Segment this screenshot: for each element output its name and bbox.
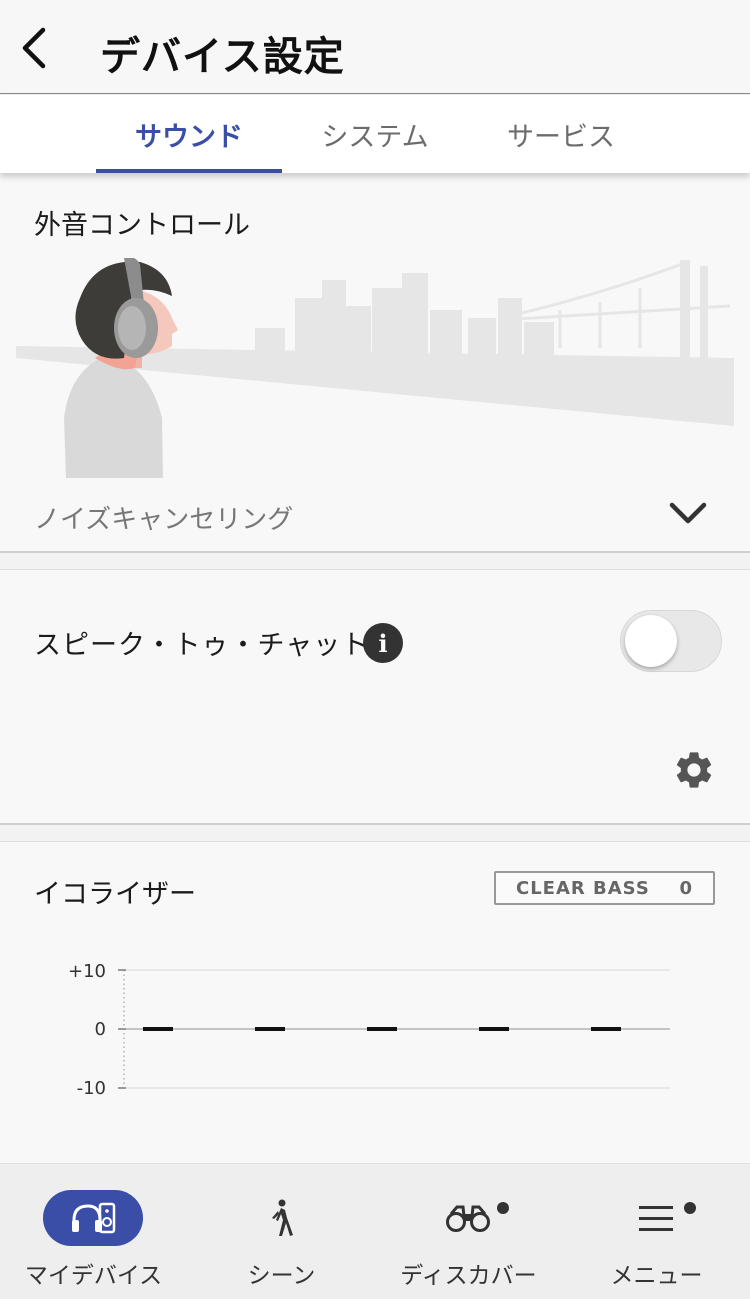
gear-icon[interactable] (672, 748, 716, 792)
headphones-speaker-icon (72, 1202, 116, 1234)
page-title: デバイス設定 (100, 34, 345, 80)
eq-band-marker[interactable] (255, 1027, 285, 1031)
tab-system[interactable]: システム (282, 95, 468, 173)
speak-to-chat-toggle[interactable] (620, 610, 722, 672)
nav-label: メニュー (610, 1263, 703, 1289)
eq-band-marker[interactable] (591, 1027, 621, 1031)
eq-axis-label-min: -10 (76, 1078, 106, 1099)
eq-band-marker[interactable] (367, 1027, 397, 1031)
nav-badge-dot (684, 1202, 696, 1214)
equalizer-graph[interactable] (114, 962, 674, 1092)
nav-label: シーン (247, 1263, 316, 1289)
nav-discover[interactable]: ディスカバー (375, 1164, 562, 1299)
toggle-knob (625, 615, 677, 667)
tab-sound[interactable]: サウンド (96, 95, 282, 173)
nav-label: マイデバイス (24, 1263, 163, 1289)
hamburger-menu-icon (639, 1206, 673, 1231)
ambient-sound-title: 外音コントロール (34, 210, 250, 241)
chevron-down-icon (669, 502, 707, 524)
chevron-left-icon (22, 27, 46, 69)
tab-service[interactable]: サービス (468, 95, 654, 173)
tab-bar: サウンド システム サービス (0, 95, 750, 173)
nav-scene[interactable]: シーン (188, 1164, 375, 1299)
info-icon[interactable]: i (363, 623, 403, 663)
ambient-sound-card: 外音コントロール ノイズキャンセリング (0, 173, 750, 553)
clear-bass-value: 0 (679, 878, 693, 899)
back-button[interactable] (14, 24, 54, 72)
equalizer-title: イコライザー (34, 879, 196, 910)
nav-my-device[interactable]: マイデバイス (0, 1164, 187, 1299)
eq-band-marker[interactable] (479, 1027, 509, 1031)
walking-person-icon (272, 1199, 293, 1236)
eq-axis-label-zero: 0 (94, 1019, 106, 1040)
clear-bass-label: CLEAR BASS (516, 878, 650, 899)
ambient-sound-illustration (16, 258, 734, 478)
eq-band-marker[interactable] (143, 1027, 173, 1031)
ambient-mode-label: ノイズキャンセリング (34, 505, 294, 535)
ambient-mode-selector[interactable]: ノイズキャンセリング (0, 491, 750, 541)
binoculars-icon (446, 1205, 490, 1232)
clear-bass-button[interactable]: CLEAR BASS 0 (494, 871, 715, 905)
nav-label: ディスカバー (400, 1263, 537, 1289)
bottom-navigation: マイデバイス シーン ディスカバー メニュー (0, 1163, 750, 1299)
speak-to-chat-label: スピーク・トゥ・チャット (34, 630, 370, 661)
speak-to-chat-card: スピーク・トゥ・チャット i (0, 569, 750, 825)
app-header: デバイス設定 (0, 0, 750, 94)
nav-badge-dot (497, 1202, 509, 1214)
nav-menu[interactable]: メニュー (563, 1164, 750, 1299)
equalizer-card: イコライザー CLEAR BASS 0 +10 0 -10 (0, 841, 750, 1171)
eq-axis-label-max: +10 (68, 961, 106, 982)
